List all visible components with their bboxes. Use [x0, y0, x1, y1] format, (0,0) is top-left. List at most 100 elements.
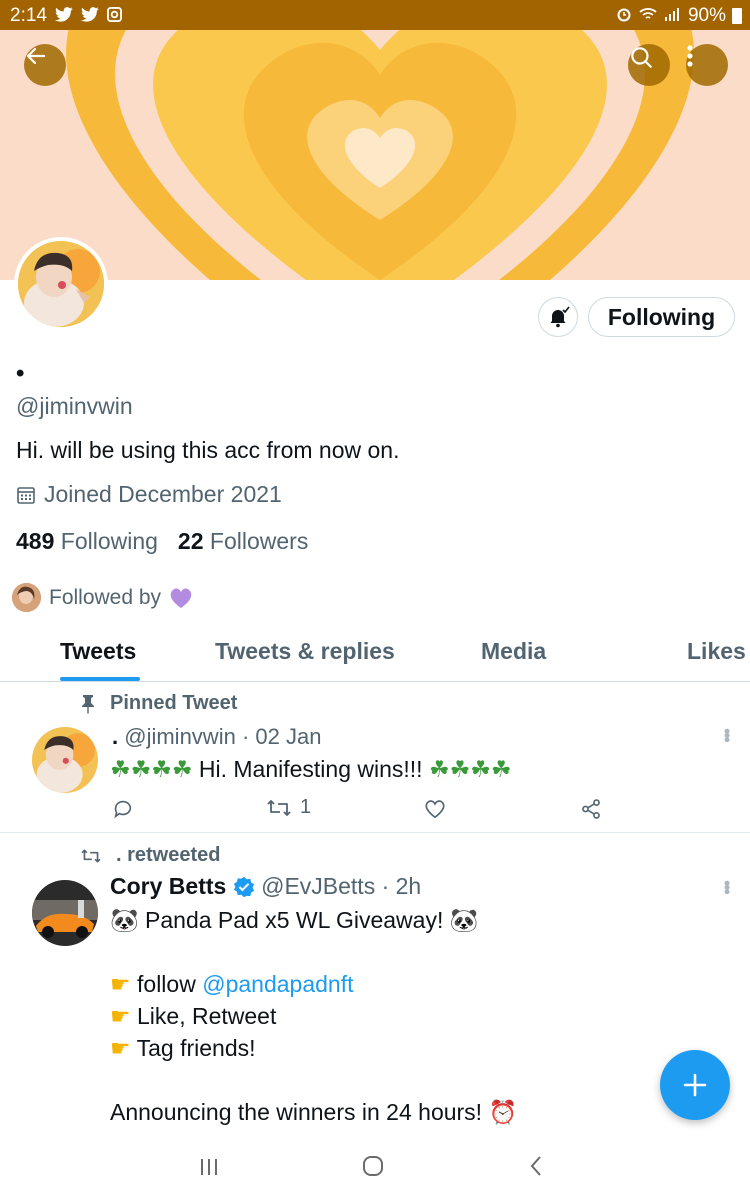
alarm-clock-icon: ⏰	[488, 1099, 518, 1125]
retweet-author-name: Cory Betts	[110, 873, 227, 899]
back-button[interactable]	[24, 44, 66, 86]
followed-by-label: Followed by	[49, 585, 162, 609]
display-name: •	[16, 360, 25, 387]
joined-date: Joined December 2021	[16, 481, 282, 508]
retweet-header: Cory Betts @EvJBetts · 2h	[110, 873, 421, 900]
battery-percent: 90%	[687, 5, 726, 26]
pointing-hand-icon: ☛	[110, 1035, 131, 1061]
following-button[interactable]: Following	[588, 297, 735, 337]
retweet-small-icon	[81, 848, 101, 863]
follow-counts: 489 Following 22 Followers	[16, 528, 308, 555]
purple-heart-icon	[170, 587, 192, 608]
pinned-tweet-text: ☘☘☘☘ Hi. Manifesting wins!!! ☘☘☘☘	[110, 753, 511, 785]
retweet-line: ☛ follow @pandapadnft	[110, 968, 517, 1000]
chevron-left-icon	[530, 1156, 541, 1176]
pinned-tweet-date: · 02 Jan	[241, 724, 322, 749]
profile-tabs: Tweets Tweets & replies Media Likes	[0, 628, 750, 682]
reply-icon	[114, 800, 132, 819]
signal-icon	[664, 7, 682, 26]
pointing-hand-icon: ☛	[110, 971, 131, 997]
following-count-link[interactable]: 489 Following	[16, 528, 158, 555]
wifi-icon	[638, 6, 658, 26]
clover-emoji-icon: ☘☘☘☘	[428, 756, 512, 782]
tab-tweets-replies[interactable]: Tweets & replies	[215, 638, 395, 665]
profile-bio: Hi. will be using this acc from now on.	[16, 437, 400, 463]
alarm-icon	[616, 6, 632, 26]
retweet-time: · 2h	[381, 873, 422, 899]
pinned-tweet-avatar[interactable]	[32, 727, 98, 793]
reply-button[interactable]	[112, 798, 134, 820]
bell-check-icon	[550, 306, 570, 328]
share-icon	[582, 799, 600, 819]
tweet-divider	[0, 832, 750, 833]
profile-banner	[0, 30, 750, 280]
home-button[interactable]	[361, 1154, 385, 1185]
followed-by-row[interactable]: Followed by	[12, 583, 193, 612]
status-right: 90%	[616, 5, 742, 27]
retweet-line-3: Like, Retweet	[137, 1003, 277, 1029]
follower-avatar	[12, 583, 41, 612]
twitter-notification-icon	[80, 6, 99, 26]
following-count: 489	[16, 528, 55, 554]
panda-emoji-icon: 🐼	[449, 907, 479, 933]
pinned-tweet-message: Hi. Manifesting wins!!!	[198, 756, 423, 782]
notifications-bell-button[interactable]	[538, 297, 578, 337]
following-label: Following	[60, 528, 158, 554]
retweet-count: 1	[300, 796, 312, 818]
retweet-text: 🐼 Panda Pad x5 WL Giveaway! 🐼 ☛ follow @…	[110, 904, 517, 1128]
followers-count: 22	[177, 528, 204, 554]
battery-icon	[732, 8, 742, 24]
heart-outline-icon	[425, 800, 445, 819]
home-icon	[363, 1156, 383, 1176]
compose-tweet-button[interactable]	[660, 1050, 730, 1120]
share-button[interactable]	[580, 798, 602, 820]
verified-badge-icon	[233, 876, 254, 898]
system-navigation-bar	[0, 1140, 750, 1200]
clover-emoji-icon: ☘☘☘☘	[110, 756, 193, 782]
retweet-line: Announcing the winners in 24 hours! ⏰	[110, 1096, 517, 1128]
tab-media[interactable]: Media	[481, 638, 546, 665]
calendar-icon	[17, 486, 35, 504]
profile-avatar[interactable]	[14, 237, 108, 331]
like-button[interactable]	[424, 798, 446, 820]
retweet-line: ☛ Like, Retweet	[110, 1000, 517, 1032]
search-button[interactable]	[628, 44, 670, 86]
retweet-author-avatar[interactable]	[32, 880, 98, 946]
tab-tweets[interactable]: Tweets	[60, 638, 136, 665]
status-left: 2:14	[10, 5, 122, 27]
back-nav-button[interactable]	[526, 1154, 546, 1185]
retweeted-label: . retweeted	[116, 844, 221, 866]
tweet-more-icon[interactable]: •••	[716, 728, 737, 741]
more-options-button[interactable]	[686, 44, 728, 86]
pinned-tweet-name: .	[112, 724, 119, 749]
mention-link[interactable]: @pandapadnft	[202, 971, 353, 997]
followers-count-link[interactable]: 22 Followers	[178, 528, 308, 555]
pinned-label: Pinned Tweet	[110, 692, 238, 714]
pinned-tweet-header: . @jiminvwin · 02 Jan	[112, 724, 321, 750]
retweet-button[interactable]: 1	[266, 796, 311, 819]
followers-label: Followers	[209, 528, 309, 554]
status-bar: 2:14 90%	[0, 0, 750, 30]
tab-likes[interactable]: Likes	[687, 638, 746, 665]
retweet-line: 🐼 Panda Pad x5 WL Giveaway! 🐼	[110, 904, 517, 936]
panda-emoji-icon: 🐼	[110, 907, 139, 933]
pinned-indicator: Pinned Tweet	[80, 692, 237, 715]
tweet-more-icon[interactable]: •••	[716, 880, 737, 893]
arrow-left-icon	[26, 47, 46, 65]
retweet-line-4: Tag friends!	[136, 1035, 256, 1061]
retweet-line-2: follow	[137, 971, 196, 997]
recent-apps-button[interactable]	[198, 1154, 220, 1185]
retweet-icon	[267, 799, 291, 816]
pin-icon	[82, 694, 94, 714]
retweet-indicator: . retweeted	[80, 844, 220, 867]
retweet-line: ☛ Tag friends!	[110, 1032, 517, 1064]
instagram-notification-icon	[106, 6, 122, 26]
pointing-hand-icon: ☛	[110, 1003, 131, 1029]
retweet-line-1: Panda Pad x5 WL Giveaway!	[145, 907, 444, 933]
status-time: 2:14	[10, 5, 47, 26]
recent-apps-icon	[201, 1159, 217, 1175]
joined-text: Joined December 2021	[44, 481, 282, 507]
retweet-line-5: Announcing the winners in 24 hours!	[110, 1099, 483, 1125]
